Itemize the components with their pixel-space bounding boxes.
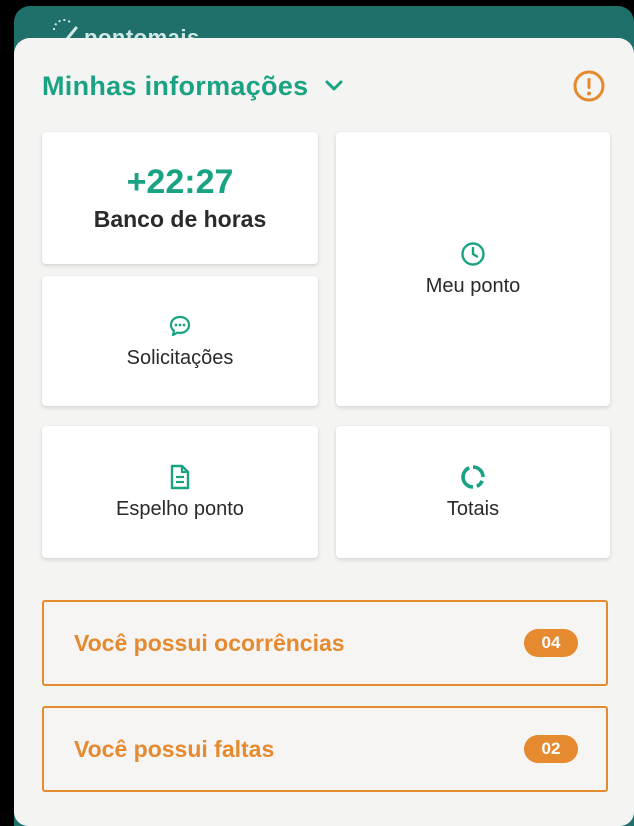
circle-progress-icon: [460, 464, 486, 490]
clock-icon: [460, 241, 486, 267]
totals-card[interactable]: Totais: [336, 426, 610, 558]
occurrences-notice[interactable]: Você possui ocorrências 04: [42, 600, 608, 686]
hour-bank-card[interactable]: +22:27 Banco de horas: [42, 132, 318, 264]
alert-circle-icon: [573, 70, 605, 102]
chat-bubble-icon: [167, 313, 193, 339]
document-icon: [167, 464, 193, 490]
my-clock-label: Meu ponto: [425, 274, 521, 297]
info-panel: Minhas informações +22:27 Banco de horas: [14, 38, 634, 826]
requests-card[interactable]: Solicitações: [42, 276, 318, 406]
alert-button[interactable]: [572, 69, 606, 103]
requests-label: Solicitações: [126, 346, 234, 369]
absences-notice[interactable]: Você possui faltas 02: [42, 706, 608, 792]
occurrences-count-badge: 04: [524, 629, 578, 657]
timesheet-label: Espelho ponto: [116, 497, 244, 520]
hour-bank-label: Banco de horas: [93, 206, 267, 232]
my-clock-card[interactable]: Meu ponto: [336, 132, 610, 406]
absences-count-badge: 02: [524, 735, 578, 763]
panel-header: Minhas informações: [42, 66, 606, 106]
info-dropdown-toggle[interactable]: Minhas informações: [42, 71, 344, 102]
chevron-down-icon: [324, 76, 344, 96]
occurrences-text: Você possui ocorrências: [74, 629, 345, 656]
hour-bank-value: +22:27: [126, 163, 234, 201]
absences-text: Você possui faltas: [74, 735, 275, 762]
totals-label: Totais: [446, 497, 500, 520]
timesheet-card[interactable]: Espelho ponto: [42, 426, 318, 558]
page-title: Minhas informações: [42, 70, 309, 101]
